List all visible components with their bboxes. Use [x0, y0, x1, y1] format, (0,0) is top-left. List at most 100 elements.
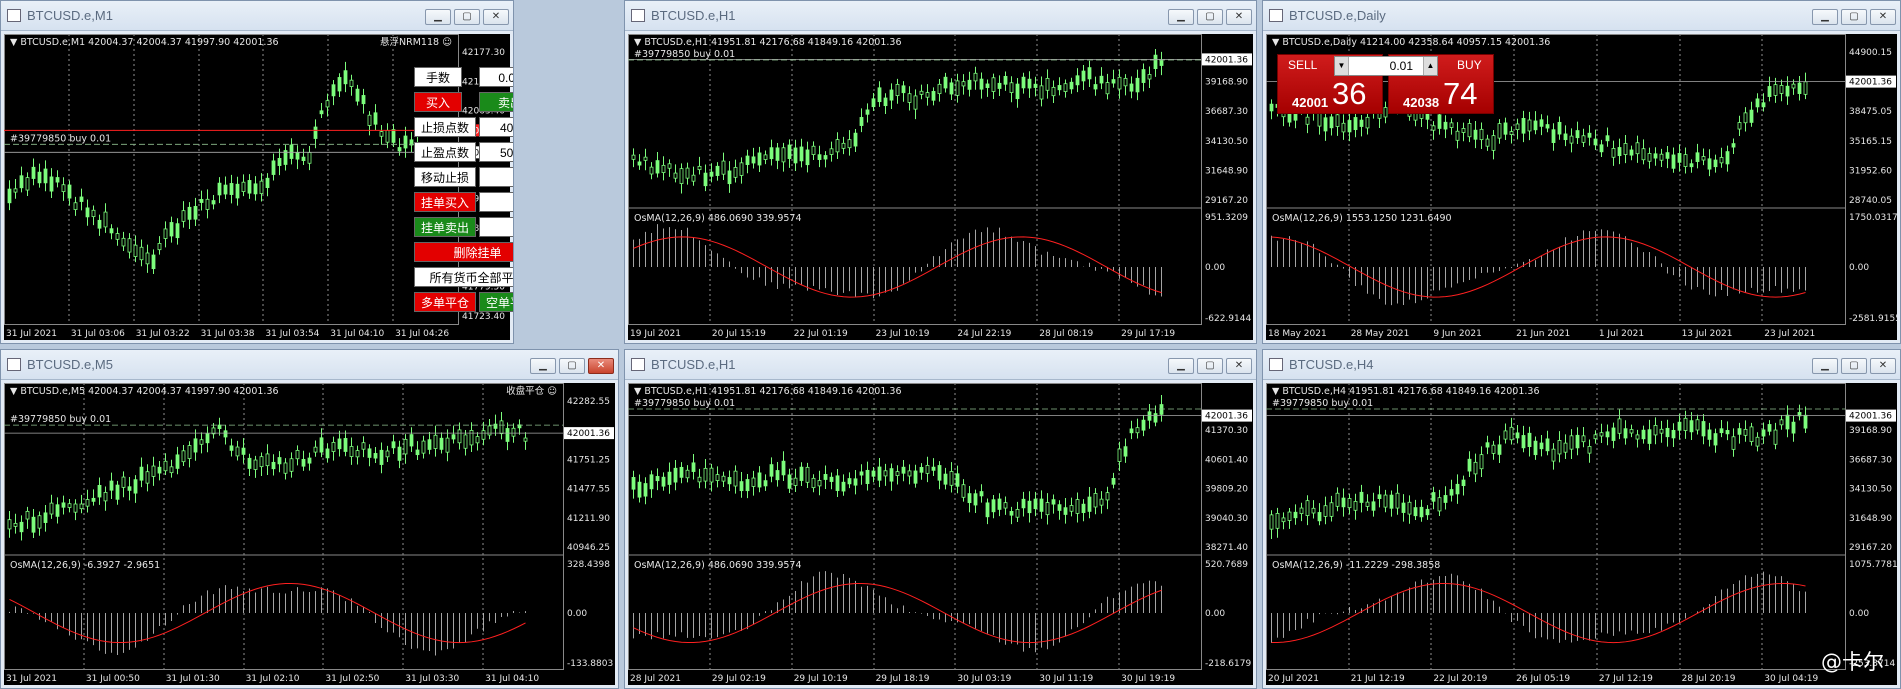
candle-body — [763, 154, 768, 160]
window-titlebar[interactable]: BTCUSD.e,H1 ▁ ▢ ✕ — [625, 350, 1256, 380]
chart-header: ▼ BTCUSD.e,Daily 41214.00 42358.64 40957… — [1272, 37, 1550, 48]
time-axis-label: 1 Jul 2021 — [1599, 329, 1644, 339]
candle-body — [631, 477, 636, 490]
stoploss-input[interactable]: 400 — [479, 117, 513, 137]
candle-body — [1569, 435, 1574, 450]
chart-window-h4[interactable]: BTCUSD.e,H4 ▁ ▢ ✕ #39779850 buy 0.01 ▼ BT… — [1262, 349, 1901, 689]
lots-input[interactable]: 0.01 — [479, 67, 513, 87]
price-chart[interactable]: #39779850 buy 0.01 ▼ BTCUSD.e,H1 41951.81… — [628, 34, 1253, 340]
candle-body — [715, 474, 720, 481]
window-titlebar[interactable]: BTCUSD.e,Daily ▁ ▢ ✕ — [1263, 1, 1900, 31]
pending-sell-input[interactable] — [479, 217, 513, 237]
candle-body — [859, 117, 864, 126]
close-short-button[interactable]: 空单平仓 — [479, 292, 513, 312]
osma-axis-label: 1750.0317 — [1849, 213, 1897, 223]
candle-body — [745, 155, 750, 165]
maximize-button[interactable]: ▢ — [1841, 358, 1867, 374]
window-titlebar[interactable]: BTCUSD.e,H4 ▁ ▢ ✕ — [1263, 350, 1900, 380]
close-button[interactable]: ✕ — [1870, 358, 1896, 374]
close-button[interactable]: ✕ — [1226, 358, 1252, 374]
chart-window-m1[interactable]: BTCUSD.e,M1 ▁ ▢ ✕ #39779850 buy 0.014203… — [0, 0, 514, 344]
osma-signal-line — [1271, 236, 1806, 298]
pending-buy-button[interactable]: 挂单买入 — [414, 192, 476, 212]
price-chart[interactable]: #39779850 buy 0.01 ▼ BTCUSD.e,H4 41951.81… — [1266, 383, 1897, 685]
price-chart[interactable]: #39779850 buy 0.01 ▼ BTCUSD.e,H1 41951.81… — [628, 383, 1253, 685]
takeprofit-input[interactable]: 500 — [479, 142, 513, 162]
minimize-button[interactable]: ▁ — [1168, 9, 1194, 25]
candle-body — [757, 152, 762, 166]
maximize-button[interactable]: ▢ — [1841, 9, 1867, 25]
candle-body — [1021, 498, 1026, 509]
buy-price-prefix: 42038 — [1403, 95, 1440, 110]
minimize-button[interactable]: ▁ — [530, 358, 556, 374]
close-button[interactable]: ✕ — [588, 358, 614, 374]
time-axis-label: 31 Jul 03:38 — [201, 329, 255, 339]
candle-body — [427, 439, 432, 450]
chart-window-h1[interactable]: BTCUSD.e,H1 ▁ ▢ ✕ #39779850 buy 0.01 ▼ BT… — [624, 0, 1257, 344]
candle-body — [877, 466, 882, 481]
trailing-stop-button[interactable]: 移动止损 — [414, 167, 476, 187]
minimize-button[interactable]: ▁ — [1812, 9, 1838, 25]
chart-window-h1-b[interactable]: BTCUSD.e,H1 ▁ ▢ ✕ #39779850 buy 0.01 ▼ BT… — [624, 349, 1257, 689]
minimize-button[interactable]: ▁ — [1812, 358, 1838, 374]
candle-body — [1293, 511, 1298, 519]
pending-buy-input[interactable] — [479, 192, 513, 212]
candle-body — [661, 476, 666, 487]
candle-body — [1713, 159, 1718, 168]
maximize-button[interactable]: ▢ — [559, 358, 585, 374]
chart-window-m5[interactable]: BTCUSD.e,M5 ▁ ▢ ✕ #39779850 buy 0.01 ▼ BT… — [0, 349, 619, 689]
close-long-button[interactable]: 多单平仓 — [414, 292, 476, 312]
buy-button[interactable]: 买入 — [414, 92, 462, 112]
candle-body — [769, 464, 774, 477]
price-chart[interactable]: #39779850 buy 0.01 ▼ BTCUSD.e,M5 42004.37… — [4, 383, 615, 685]
sell-button[interactable]: 卖出 — [479, 92, 513, 112]
maximize-button[interactable]: ▢ — [1197, 9, 1223, 25]
minimize-button[interactable]: ▁ — [1168, 358, 1194, 374]
pending-sell-button[interactable]: 挂单卖出 — [414, 217, 476, 237]
candle-body — [247, 457, 252, 469]
candle-body — [1767, 424, 1772, 432]
candle-body — [433, 434, 438, 449]
candle-body — [1063, 507, 1068, 515]
minimize-button[interactable]: ▁ — [425, 9, 451, 25]
maximize-button[interactable]: ▢ — [454, 9, 480, 25]
candle-body — [1725, 151, 1730, 165]
window-titlebar[interactable]: BTCUSD.e,H1 ▁ ▢ ✕ — [625, 1, 1256, 31]
time-axis-label: 31 Jul 00:50 — [86, 674, 140, 684]
close-button[interactable]: ✕ — [1870, 9, 1896, 25]
price-axis-label: 39168.90 — [1205, 78, 1248, 88]
candle-body — [1057, 85, 1062, 91]
candle-body — [379, 131, 384, 137]
window-titlebar[interactable]: BTCUSD.e,M5 ▁ ▢ ✕ — [1, 350, 618, 380]
candle-body — [169, 222, 174, 237]
candle-body — [781, 460, 786, 476]
window-titlebar[interactable]: BTCUSD.e,M1 ▁ ▢ ✕ — [1, 1, 513, 31]
candle-body — [397, 147, 402, 152]
close-button[interactable]: ✕ — [1226, 9, 1252, 25]
candle-body — [355, 88, 360, 102]
lot-decrease-button[interactable]: ▼ — [1335, 57, 1349, 75]
lot-size-input[interactable]: ▼ 0.01 ▲ — [1334, 56, 1438, 76]
close-button[interactable]: ✕ — [483, 9, 509, 25]
candle-body — [691, 174, 696, 182]
delete-pending-button[interactable]: 删除挂单 — [414, 242, 513, 262]
candle-body — [475, 436, 480, 444]
close-all-button[interactable]: 所有货币全部平仓 — [414, 267, 513, 287]
osma-axis-label: 951.3209 — [1205, 213, 1248, 223]
candle-body — [985, 502, 990, 518]
candle-body — [253, 459, 258, 470]
candle-body — [1425, 508, 1430, 516]
osma-signal-line — [633, 582, 1162, 644]
candle-body — [1719, 157, 1724, 164]
candle-body — [331, 84, 336, 97]
candle-body — [1461, 128, 1466, 133]
candle-body — [313, 126, 318, 139]
candle-body — [1605, 135, 1610, 142]
chart-window-daily[interactable]: BTCUSD.e,Daily ▁ ▢ ✕ ▼ BTCUSD.e,Daily 41… — [1262, 0, 1901, 344]
candle-body — [1659, 428, 1664, 434]
lot-increase-button[interactable]: ▲ — [1423, 57, 1437, 75]
maximize-button[interactable]: ▢ — [1197, 358, 1223, 374]
candle-body — [1069, 505, 1074, 512]
candle-body — [883, 470, 888, 477]
trailing-stop-input[interactable] — [479, 167, 513, 187]
